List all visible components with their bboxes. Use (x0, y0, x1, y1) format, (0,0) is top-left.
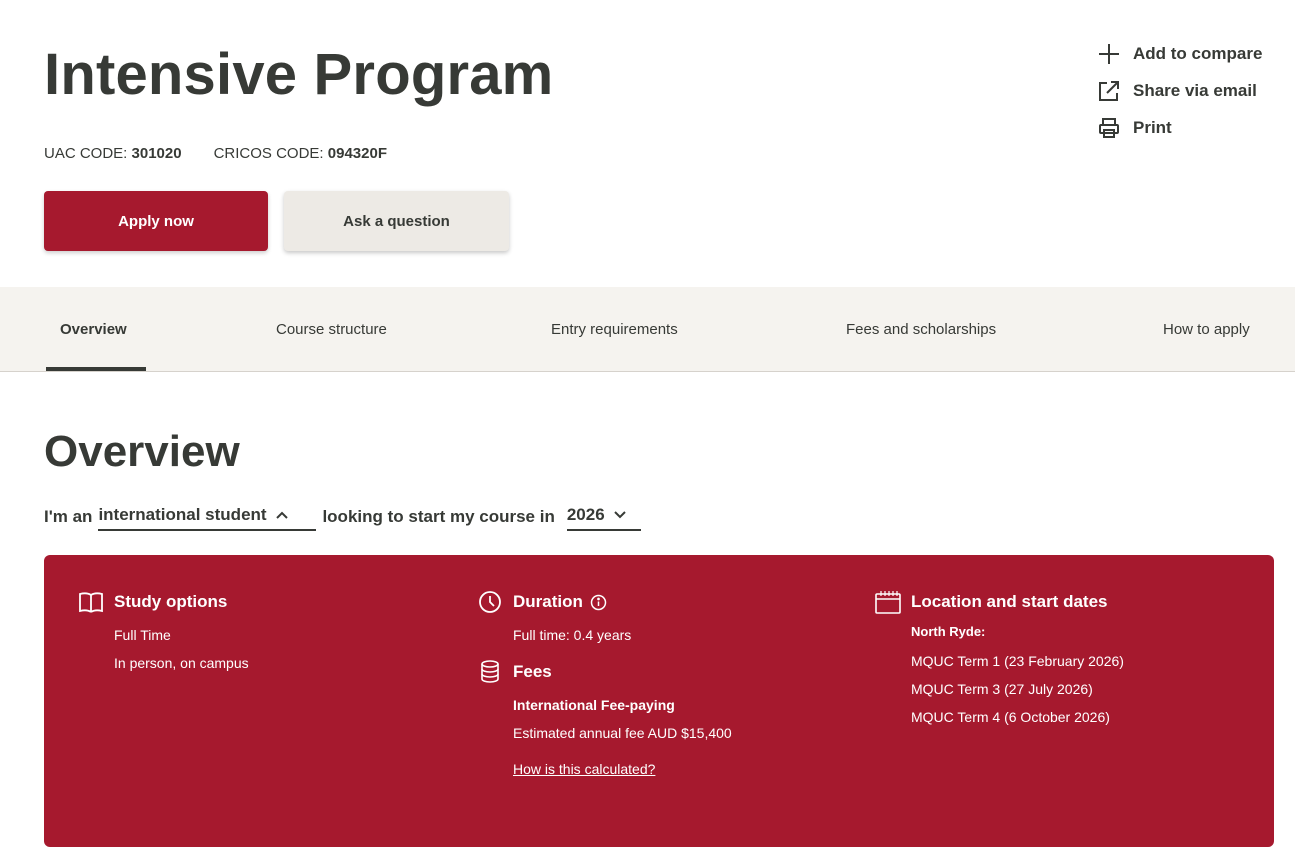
add-to-compare-label: Add to compare (1133, 44, 1263, 63)
study-options-header: Study options (78, 589, 249, 615)
coins-icon (477, 659, 503, 685)
overview-heading: Overview (44, 427, 240, 476)
calendar-icon (875, 589, 901, 615)
clock-icon (477, 589, 503, 615)
course-tab-bar: Overview Course structure Entry requirem… (0, 287, 1295, 372)
duration-value: Full time: 0.4 years (513, 627, 632, 643)
fee-type: International Fee-paying (513, 697, 675, 713)
uac-code-label: UAC CODE: (44, 145, 128, 162)
plus-icon (1096, 42, 1122, 66)
start-year-value: 2026 (566, 505, 605, 524)
fees-heading: Fees (513, 662, 552, 681)
cricos-code: CRICOS CODE: 094320F (214, 145, 387, 162)
study-options-heading: Study options (114, 592, 228, 611)
study-options-block: Study options Full Time In person, on ca… (78, 589, 249, 677)
selector-prefix: I'm an (44, 507, 93, 526)
tab-course-structure[interactable]: Course structure (276, 287, 387, 371)
page-title: Intensive Program (44, 42, 554, 107)
page-actions: Add to compare Share via email Print (1096, 42, 1262, 153)
external-share-icon (1096, 79, 1122, 103)
uac-code: UAC CODE: 301020 (44, 145, 182, 162)
start-date-item: MQUC Term 1 (23 February 2026) (911, 653, 1124, 669)
cricos-code-label: CRICOS CODE: (213, 145, 324, 162)
student-type-dropdown[interactable]: international student (98, 503, 317, 531)
location-block: Location and start dates North Ryde: MQU… (875, 589, 1124, 731)
duration-fees-block: Duration Full time: 0.4 years Fees Inter… (477, 589, 732, 783)
duration-heading: Duration (513, 592, 583, 611)
course-codes: UAC CODE: 301020 CRICOS CODE: 094320F (44, 145, 387, 162)
uac-code-value: 301020 (131, 145, 182, 162)
ask-question-button[interactable]: Ask a question (284, 191, 509, 251)
active-tab-indicator (46, 367, 146, 371)
chevron-up-icon (275, 510, 289, 520)
info-icon[interactable] (590, 594, 607, 611)
cricos-code-value: 094320F (327, 145, 387, 162)
add-to-compare-link[interactable]: Add to compare (1096, 42, 1262, 66)
study-option-line: Full Time (114, 627, 171, 643)
selector-middle: looking to start my course in (322, 507, 555, 526)
course-summary-panel: Study options Full Time In person, on ca… (44, 555, 1274, 847)
tab-overview[interactable]: Overview (60, 287, 127, 371)
print-label: Print (1133, 118, 1172, 137)
start-date-item: MQUC Term 4 (6 October 2026) (911, 709, 1110, 725)
chevron-down-icon (613, 510, 627, 520)
share-via-email-link[interactable]: Share via email (1096, 79, 1262, 103)
tab-entry-requirements[interactable]: Entry requirements (551, 287, 678, 371)
print-link[interactable]: Print (1096, 116, 1262, 140)
share-via-email-label: Share via email (1133, 81, 1257, 100)
fee-calculation-link[interactable]: How is this calculated? (513, 761, 655, 777)
duration-header: Duration (477, 589, 732, 615)
campus-name: North Ryde: (911, 624, 986, 639)
open-book-icon (78, 589, 104, 615)
start-year-dropdown[interactable]: 2026 (566, 503, 641, 531)
tab-fees-and-scholarships[interactable]: Fees and scholarships (846, 287, 996, 371)
printer-icon (1096, 116, 1122, 140)
apply-now-button[interactable]: Apply now (44, 191, 268, 251)
location-heading: Location and start dates (911, 592, 1108, 611)
tab-how-to-apply[interactable]: How to apply (1163, 287, 1250, 371)
location-header: Location and start dates (875, 589, 1124, 615)
fees-header: Fees (477, 659, 732, 685)
fee-estimate: Estimated annual fee AUD $15,400 (513, 725, 732, 741)
student-type-value: international student (98, 505, 267, 524)
student-selector-sentence: I'm an international student looking to … (44, 503, 641, 531)
study-option-line: In person, on campus (114, 655, 249, 671)
start-date-item: MQUC Term 3 (27 July 2026) (911, 681, 1093, 697)
